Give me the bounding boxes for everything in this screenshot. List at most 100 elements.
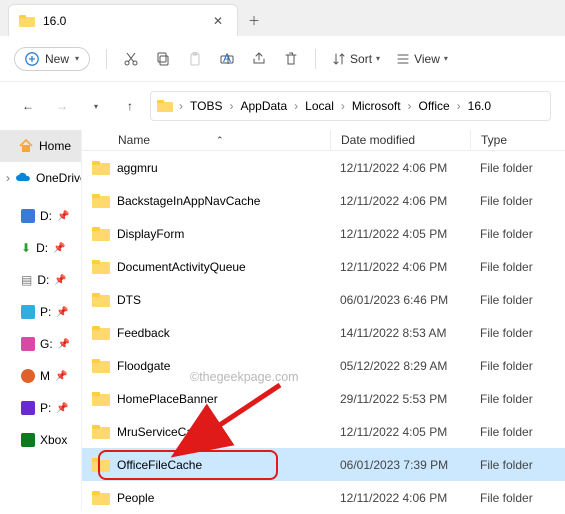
sidebar-label: M (40, 369, 50, 383)
table-row[interactable]: OfficeFileCache06/01/2023 7:39 PMFile fo… (82, 448, 565, 481)
sidebar-item-onedrive[interactable]: › OneDrive (0, 162, 81, 194)
paste-button[interactable] (187, 51, 203, 67)
file-type: File folder (470, 194, 565, 208)
breadcrumb[interactable]: › TOBS › AppData › Local › Microsoft › O… (150, 91, 551, 121)
table-row[interactable]: People12/11/2022 4:06 PMFile folder (82, 481, 565, 514)
active-tab[interactable]: 16.0 ✕ (8, 4, 238, 36)
sidebar-item-home[interactable]: Home (0, 130, 81, 162)
sidebar: Home › OneDrive D:📌 ⬇D:📌 ▤D:📌 P:📌 G:📌 M📌… (0, 130, 82, 511)
sidebar-pinned-item[interactable]: D:📌 (0, 200, 81, 232)
file-type: File folder (470, 425, 565, 439)
folder-icon (92, 161, 110, 175)
sidebar-label: P: (40, 305, 51, 319)
cut-button[interactable] (123, 51, 139, 67)
plus-circle-icon (25, 52, 39, 66)
chevron-right-icon: › (341, 99, 345, 113)
chevron-down-icon: ▾ (75, 54, 79, 63)
file-date: 12/11/2022 4:05 PM (330, 227, 470, 241)
video-icon (21, 401, 35, 415)
table-row[interactable]: DocumentActivityQueue12/11/2022 4:06 PMF… (82, 250, 565, 283)
chevron-down-icon: ▾ (444, 54, 448, 63)
table-row[interactable]: DTS 06/01/2023 6:46 PMFile folder (82, 283, 565, 316)
new-button[interactable]: New ▾ (14, 47, 90, 71)
rename-button[interactable]: A (219, 51, 235, 67)
main: Home › OneDrive D:📌 ⬇D:📌 ▤D:📌 P:📌 G:📌 M📌… (0, 130, 565, 511)
sort-icon (332, 52, 346, 66)
table-row[interactable]: aggmru12/11/2022 4:06 PMFile folder (82, 151, 565, 184)
back-button[interactable]: ← (14, 99, 42, 113)
table-row[interactable]: Floodgate05/12/2022 8:29 AMFile folder (82, 349, 565, 382)
view-icon (396, 52, 410, 66)
folder-icon (92, 227, 110, 241)
copy-button[interactable] (155, 51, 171, 67)
file-type: File folder (470, 491, 565, 505)
file-name: Feedback (117, 326, 170, 340)
close-tab-button[interactable]: ✕ (209, 12, 227, 30)
header-name[interactable]: Name⌃ (82, 133, 330, 147)
header-type[interactable]: Type (470, 130, 565, 150)
sidebar-label: Xbox (40, 433, 67, 447)
file-date: 12/11/2022 4:05 PM (330, 425, 470, 439)
crumb-segment[interactable]: TOBS (185, 97, 227, 115)
expand-icon[interactable]: › (6, 171, 10, 185)
paste-icon (187, 51, 203, 67)
music-icon (21, 369, 35, 383)
file-name: People (117, 491, 154, 505)
sidebar-label: D: (37, 273, 49, 287)
table-row[interactable]: MruServiceCache 12/11/2022 4:05 PMFile fo… (82, 415, 565, 448)
sidebar-pinned-item[interactable]: ⬇D:📌 (0, 232, 81, 264)
xbox-icon (21, 433, 35, 447)
tab-bar: 16.0 ✕ ＋ (0, 0, 565, 36)
svg-text:A: A (223, 51, 231, 65)
sidebar-pinned-item[interactable]: M📌 (0, 360, 81, 392)
file-date: 12/11/2022 4:06 PM (330, 161, 470, 175)
sidebar-pinned-item[interactable]: G:📌 (0, 328, 81, 360)
trash-icon (283, 51, 299, 67)
crumb-segment[interactable]: 16.0 (463, 97, 496, 115)
sidebar-pinned-item[interactable]: P:📌 (0, 296, 81, 328)
file-type: File folder (470, 227, 565, 241)
recent-dropdown[interactable]: ▾ (82, 102, 110, 111)
chevron-right-icon: › (229, 99, 233, 113)
chevron-right-icon: › (179, 99, 183, 113)
table-row[interactable]: Feedback14/11/2022 8:53 AMFile folder (82, 316, 565, 349)
table-row[interactable]: HomePlaceBanner29/11/2022 5:53 PMFile fo… (82, 382, 565, 415)
file-type: File folder (470, 260, 565, 274)
file-type: File folder (470, 293, 565, 307)
crumb-segment[interactable]: Microsoft (347, 97, 406, 115)
file-name: aggmru (117, 161, 158, 175)
sort-button[interactable]: Sort ▾ (332, 52, 380, 66)
delete-button[interactable] (283, 51, 299, 67)
header-date[interactable]: Date modified (330, 130, 470, 150)
crumb-segment[interactable]: Local (300, 97, 339, 115)
sidebar-pinned-item[interactable]: P:📌 (0, 392, 81, 424)
cloud-icon (15, 171, 31, 186)
file-name: DTS (117, 293, 141, 307)
share-button[interactable] (251, 51, 267, 67)
table-row[interactable]: DisplayForm 12/11/2022 4:05 PMFile folder (82, 217, 565, 250)
file-type: File folder (470, 392, 565, 406)
table-row[interactable]: BackstageInAppNavCache12/11/2022 4:06 PM… (82, 184, 565, 217)
file-date: 06/01/2023 6:46 PM (330, 293, 470, 307)
new-tab-button[interactable]: ＋ (238, 4, 270, 36)
crumb-segment[interactable]: AppData (235, 97, 292, 115)
file-date: 14/11/2022 8:53 AM (330, 326, 470, 340)
sidebar-pinned-item[interactable]: Xbox (0, 424, 81, 456)
file-type: File folder (470, 359, 565, 373)
sort-label: Sort (350, 52, 372, 66)
crumb-segment[interactable]: Office (414, 97, 455, 115)
chevron-down-icon: ▾ (376, 54, 380, 63)
view-button[interactable]: View ▾ (396, 52, 448, 66)
folder-icon (157, 100, 173, 112)
toolbar: New ▾ A Sort ▾ View ▾ (0, 36, 565, 82)
file-name: MruServiceCache (117, 425, 212, 439)
up-button[interactable]: ↑ (116, 99, 144, 113)
folder-icon (92, 260, 110, 274)
sidebar-label: P: (40, 401, 51, 415)
file-name: DisplayForm (117, 227, 184, 241)
sidebar-pinned-item[interactable]: ▤D:📌 (0, 264, 81, 296)
chevron-right-icon: › (408, 99, 412, 113)
file-name: HomePlaceBanner (117, 392, 218, 406)
forward-button[interactable]: → (48, 99, 76, 113)
new-label: New (45, 52, 69, 66)
